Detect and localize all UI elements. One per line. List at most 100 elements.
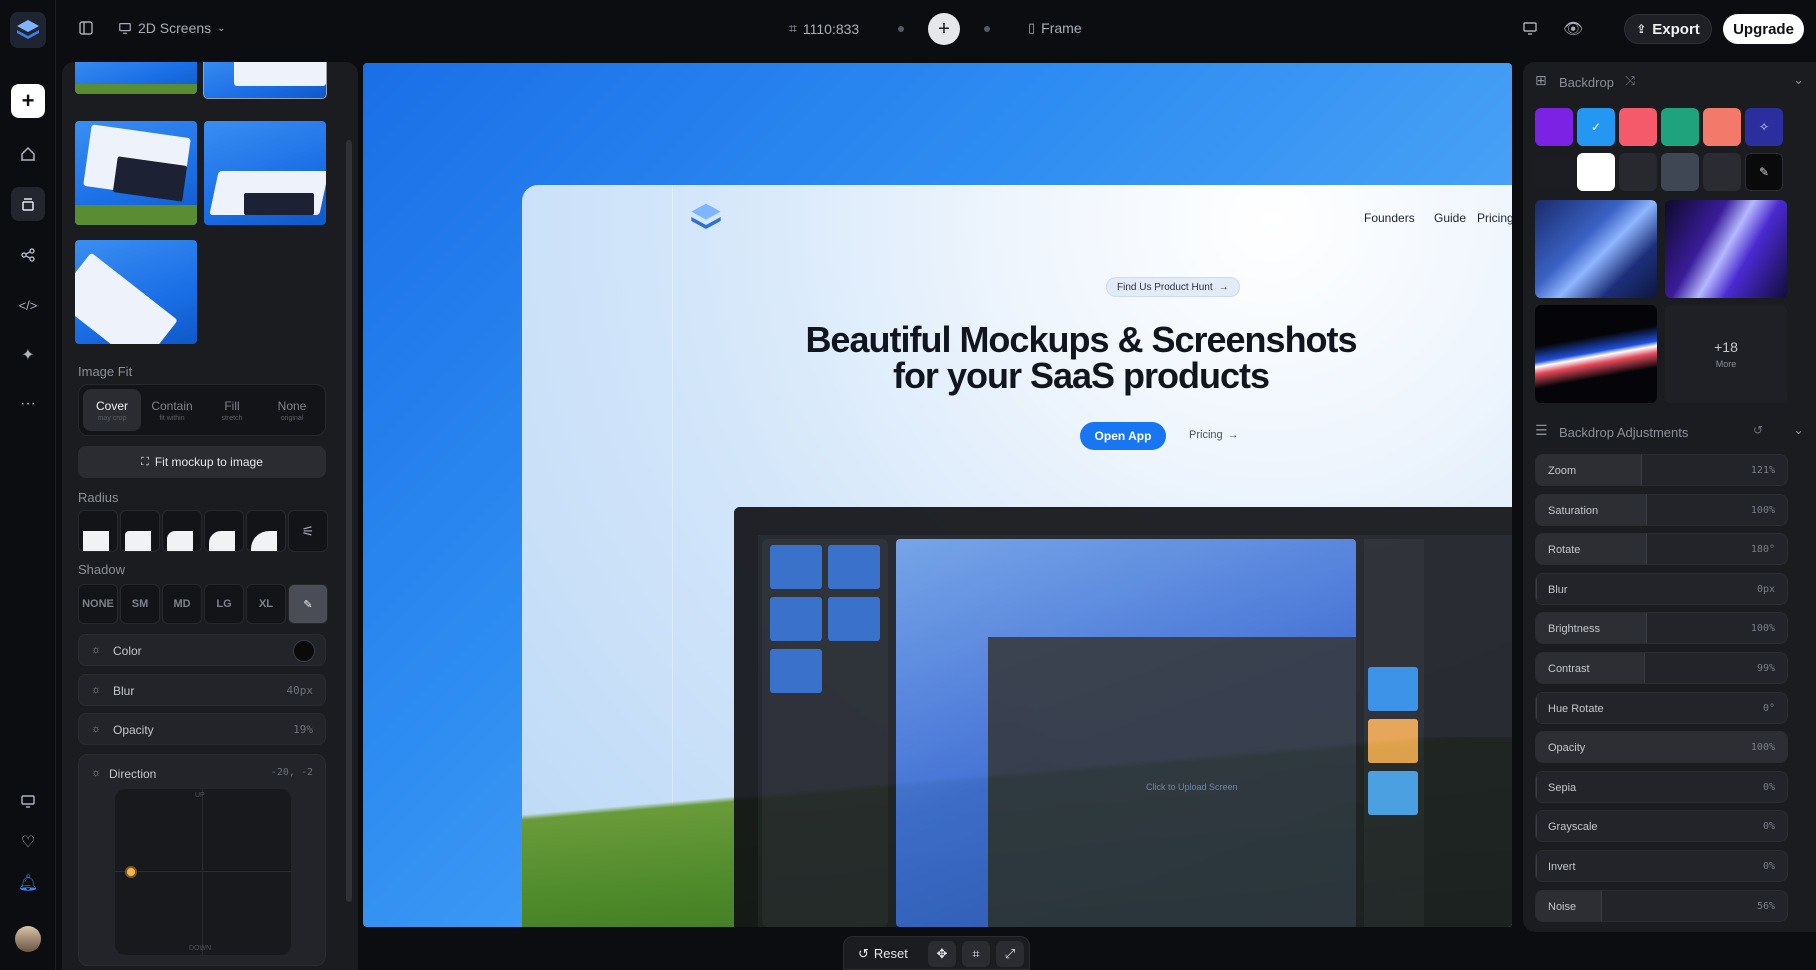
canvas-area[interactable]: Founders Guide Pricings Find Us Product … (363, 63, 1512, 927)
mockup-nav-founders[interactable]: Founders (1364, 211, 1415, 225)
swatch-charcoal[interactable] (1619, 153, 1657, 191)
backdrop-image-waves[interactable] (1535, 305, 1657, 403)
screen-thumbnail[interactable] (75, 240, 197, 344)
slider-sepia[interactable]: Sepia 0% (1535, 770, 1788, 803)
shadow-option-md[interactable]: MD (162, 584, 202, 624)
swatch-white[interactable] (1577, 153, 1615, 191)
share-button[interactable] (11, 238, 45, 272)
crop-tool-button[interactable]: ⌗ (962, 941, 990, 967)
favorites-button[interactable]: ♡ (11, 825, 45, 859)
radius-option-none[interactable] (78, 510, 118, 552)
fit-mockup-button[interactable]: ⛶ Fit mockup to image (78, 446, 326, 478)
chevron-down-icon[interactable]: ⌄ (1793, 422, 1804, 438)
mockup-nav-guide[interactable]: Guide (1434, 211, 1466, 225)
preview-button[interactable] (11, 784, 45, 818)
fullscreen-button[interactable]: ⤢ (996, 941, 1024, 967)
direction-handle[interactable] (125, 866, 137, 878)
reset-adjustments-icon[interactable]: ↺ (1753, 423, 1763, 437)
reset-button[interactable]: ↺ Reset (858, 946, 908, 962)
slider-grayscale[interactable]: Grayscale 0% (1535, 810, 1788, 843)
export-button[interactable]: ⇪ Export (1624, 14, 1712, 44)
shadow-option-lg[interactable]: LG (204, 584, 244, 624)
swatch-green[interactable] (1661, 108, 1699, 146)
dimensions-display[interactable]: ⌗ 1110:833 (789, 20, 859, 37)
slider-opacity[interactable]: Opacity 100% (1535, 731, 1788, 764)
chevron-down-icon[interactable]: ⌄ (1793, 72, 1804, 88)
project-selector[interactable]: 2D Screens ⌄ (118, 20, 226, 36)
move-tool-button[interactable]: ✥ (928, 941, 956, 967)
screen-thumbnail[interactable] (203, 62, 327, 99)
swatch-red-pattern[interactable] (1619, 108, 1657, 146)
left-panel-scrollbar[interactable] (346, 140, 352, 902)
swatch-slate[interactable] (1661, 153, 1699, 191)
swatch-purple[interactable] (1535, 108, 1573, 146)
screen-thumbnail[interactable] (204, 121, 326, 225)
open-app-button[interactable]: Open App (1080, 422, 1166, 450)
code-button[interactable]: </> (11, 288, 45, 322)
shadow-option-none[interactable]: NONE (78, 584, 118, 624)
radius-option-md[interactable] (162, 510, 202, 552)
radius-option-sm[interactable] (120, 510, 160, 552)
fit-option-cover[interactable]: Cover may crop (83, 389, 141, 431)
slider-blur[interactable]: Blur 0px (1535, 572, 1788, 605)
swatch-custom-gradient[interactable]: ✧ (1745, 108, 1783, 146)
shadow-opacity-row[interactable]: ☼ Opacity 19% (78, 713, 326, 745)
swatch-dark[interactable] (1535, 153, 1573, 191)
slider-label: Sepia (1548, 781, 1577, 794)
slider-hue-rotate[interactable]: Hue Rotate 0° (1535, 691, 1788, 724)
sidebar-toggle-button[interactable] (78, 20, 94, 36)
screen-thumbnail[interactable] (75, 62, 197, 94)
swatch-graphite[interactable] (1703, 153, 1741, 191)
home-button[interactable] (11, 137, 45, 171)
notifications-button[interactable]: 🔔︎ (11, 866, 45, 900)
slider-rotate[interactable]: Rotate 180° (1535, 533, 1788, 566)
shadow-blur-value: 40px (286, 684, 314, 697)
icon-rail: + </> ✦ ··· ♡ 🔔︎ (0, 0, 56, 970)
ai-sparkle-button[interactable]: ✦ (11, 338, 45, 372)
slider-invert[interactable]: Invert 0% (1535, 850, 1788, 882)
swatch-coral-gradient[interactable] (1703, 108, 1741, 146)
add-frame-button[interactable]: + (928, 13, 960, 45)
radius-custom-button[interactable]: ⚟ (288, 510, 328, 552)
slider-zoom[interactable]: Zoom 121% (1535, 454, 1788, 486)
fit-option-none[interactable]: None original (263, 389, 321, 431)
fit-option-contain[interactable]: Contain fit within (143, 389, 201, 431)
slider-value: 180° (1750, 544, 1775, 556)
slider-saturation[interactable]: Saturation 100% (1535, 493, 1788, 526)
device-preview-button[interactable] (1522, 20, 1538, 36)
shadow-option-xl[interactable]: XL (246, 584, 286, 624)
app-logo[interactable] (10, 12, 46, 48)
shadow-blur-row[interactable]: ☼ Blur 40px (78, 674, 326, 706)
product-hunt-badge[interactable]: Find Us Product Hunt → (1106, 277, 1240, 297)
shadow-color-swatch[interactable] (293, 640, 315, 662)
screen-thumbnail[interactable] (75, 121, 197, 225)
mockup-nav-pricings[interactable]: Pricings (1477, 211, 1512, 225)
backdrop-image-glass-purple[interactable] (1665, 200, 1787, 298)
swatch-blue[interactable]: ✓ (1577, 108, 1615, 146)
shuffle-icon[interactable]: ⤨ (1625, 73, 1635, 89)
direction-pad[interactable]: UP DOWN (115, 789, 291, 955)
more-button[interactable]: ··· (11, 387, 45, 421)
shadow-option-sm[interactable]: SM (120, 584, 160, 624)
shadow-color-row[interactable]: ☼ Color (78, 634, 326, 666)
fit-option-fill[interactable]: Fill stretch (203, 389, 261, 431)
plus-icon: + (21, 88, 35, 113)
upgrade-button[interactable]: Upgrade (1723, 14, 1804, 44)
slider-noise[interactable]: Noise 56% (1535, 889, 1788, 922)
shadow-custom-button[interactable]: ✎ (288, 584, 328, 624)
backdrop-more-button[interactable]: +18 More (1665, 305, 1787, 403)
mockup-screen[interactable]: Founders Guide Pricings Find Us Product … (522, 185, 1512, 927)
direction-label: Direction (109, 767, 157, 781)
add-button[interactable]: + (11, 84, 45, 118)
visibility-button[interactable]: 👁︎ (1563, 19, 1583, 39)
user-avatar[interactable] (15, 926, 41, 952)
radius-option-xl[interactable] (246, 510, 286, 552)
slider-contrast[interactable]: Contrast 99% (1535, 652, 1788, 684)
pricing-link[interactable]: Pricing → (1189, 429, 1239, 441)
slider-brightness[interactable]: Brightness 100% (1535, 612, 1788, 645)
backdrop-image-glass-blue[interactable] (1535, 200, 1657, 298)
frame-selector[interactable]: ▯ Frame (1028, 20, 1082, 36)
swatch-picker[interactable]: ✎ (1745, 153, 1783, 191)
radius-option-lg[interactable] (204, 510, 244, 552)
layers-button[interactable] (11, 187, 45, 221)
